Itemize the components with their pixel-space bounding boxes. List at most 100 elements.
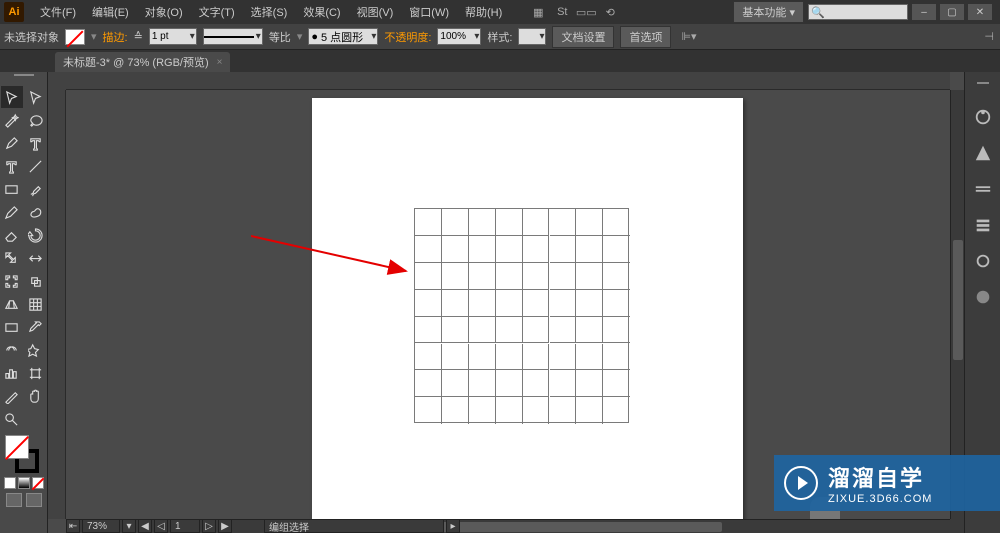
layers-panel-icon[interactable] [972,286,994,308]
menu-object[interactable]: 对象(O) [137,4,191,20]
stroke-profile[interactable] [203,28,263,45]
ruler-horizontal[interactable] [66,72,950,90]
tool-slice[interactable] [1,385,23,407]
menu-text[interactable]: 文字(T) [191,4,243,20]
symbols-panel-icon[interactable] [972,250,994,272]
menu-select[interactable]: 选择(S) [243,4,296,20]
grid-cell [523,344,550,371]
menu-effect[interactable]: 效果(C) [295,4,348,20]
menu-window[interactable]: 窗口(W) [401,4,457,20]
tool-pencil[interactable] [1,201,23,223]
tool-mesh[interactable] [25,293,47,315]
tool-eraser[interactable] [1,224,23,246]
stroke-width-input[interactable]: 1 pt [149,28,197,45]
minimize-button[interactable]: – [912,4,936,20]
zoom-dropdown-icon[interactable]: ▾ [122,519,136,533]
grid-cell [442,344,469,371]
ruler-vertical[interactable] [48,90,66,519]
opacity-input[interactable]: 100% [437,28,481,45]
grid-cell [550,290,577,317]
workspace-switcher[interactable]: 基本功能 ▾ [733,1,804,23]
options-collapse-icon[interactable]: ⊣ [984,30,994,43]
stock-icon[interactable]: St [554,4,570,20]
stroke-panel-icon[interactable] [972,178,994,200]
color-panel-icon[interactable] [972,106,994,128]
maximize-button[interactable]: ▢ [940,4,964,20]
tool-column-graph[interactable] [1,362,23,384]
tool-type[interactable] [25,132,47,154]
tool-magic-wand[interactable] [1,109,23,131]
tool-eyedropper[interactable] [25,316,47,338]
document-tab-bar: 未标题-3* @ 73% (RGB/预览) × [0,50,1000,72]
draw-mode-normal[interactable] [6,493,22,507]
artboard-last-icon[interactable]: ▶ [218,519,232,533]
menu-help[interactable]: 帮助(H) [457,4,510,20]
tool-free-transform[interactable] [1,270,23,292]
dock-collapse-icon[interactable] [977,78,989,84]
artboard-number[interactable]: 1 [170,519,200,533]
brush-select[interactable]: ●5 点圆形 [308,28,378,45]
tool-width[interactable] [25,247,47,269]
tool-symbol[interactable] [25,339,47,361]
tool-line[interactable] [25,155,47,177]
fill-stroke-control[interactable] [5,435,43,473]
tool-zoom[interactable] [1,408,23,430]
tool-shape-builder[interactable] [25,270,47,292]
draw-mode-behind[interactable] [26,493,42,507]
tool-perspective[interactable] [1,293,23,315]
preferences-button[interactable]: 首选项 [620,26,671,48]
artboard-prev2-icon[interactable]: ◁ [154,519,168,533]
tool-lasso[interactable] [25,109,47,131]
document-setup-button[interactable]: 文档设置 [552,26,614,48]
tool-rectangle[interactable] [1,178,23,200]
artboard-next-icon[interactable]: ▷ [202,519,216,533]
grid-artwork[interactable] [414,208,629,423]
color-mode-gradient[interactable] [18,477,30,489]
toolbox-grip[interactable] [3,74,45,84]
status-dropdown-icon[interactable]: ▸ [446,519,460,533]
gpu-icon[interactable]: ⟲ [602,4,618,20]
tool-rotate[interactable] [25,224,47,246]
fill-swatch[interactable] [65,29,85,45]
tool-hand[interactable] [25,385,47,407]
fill-swatch-large[interactable] [5,435,29,459]
ruler-origin[interactable] [48,72,66,90]
style-select[interactable] [518,28,546,45]
tool-paintbrush[interactable] [25,178,47,200]
grid-cell [523,317,550,344]
search-input[interactable] [827,7,907,18]
grid-cell [550,236,577,263]
tool-type[interactable] [1,155,23,177]
document-tab[interactable]: 未标题-3* @ 73% (RGB/预览) × [55,52,230,72]
menu-file[interactable]: 文件(F) [32,4,84,20]
color-mode-solid[interactable] [4,477,16,489]
artboard[interactable] [312,98,743,519]
tool-gradient[interactable] [1,316,23,338]
tool-direct-selection[interactable] [25,86,47,108]
tool-scale[interactable] [1,247,23,269]
grid-cell [523,397,550,424]
tool-pen[interactable] [1,132,23,154]
grid-cell [496,370,523,397]
align-icon[interactable]: ⊫▾ [681,30,696,43]
zoom-display[interactable]: 73% [82,519,120,533]
bridge-icon[interactable]: ▦ [530,4,546,20]
search-box[interactable]: 🔍 [808,4,908,20]
grid-cell [576,263,603,290]
tool-blank[interactable] [25,408,47,430]
color-guide-icon[interactable] [972,142,994,164]
tool-blob-brush[interactable] [25,201,47,223]
tab-close-icon[interactable]: × [217,57,223,68]
menu-edit[interactable]: 编辑(E) [84,4,137,20]
artboard-first-icon[interactable]: ⇤ [66,519,80,533]
menu-view[interactable]: 视图(V) [349,4,402,20]
artboard-prev-icon[interactable]: ◀ [138,519,152,533]
brushes-panel-icon[interactable] [972,214,994,236]
tool-artboard[interactable] [25,362,47,384]
grid-cell [603,317,630,344]
color-mode-none[interactable] [32,477,44,489]
tool-selection[interactable] [1,86,23,108]
tool-blend[interactable] [1,339,23,361]
close-window-button[interactable]: ✕ [968,4,992,20]
arrange-icon[interactable]: ▭▭ [578,4,594,20]
